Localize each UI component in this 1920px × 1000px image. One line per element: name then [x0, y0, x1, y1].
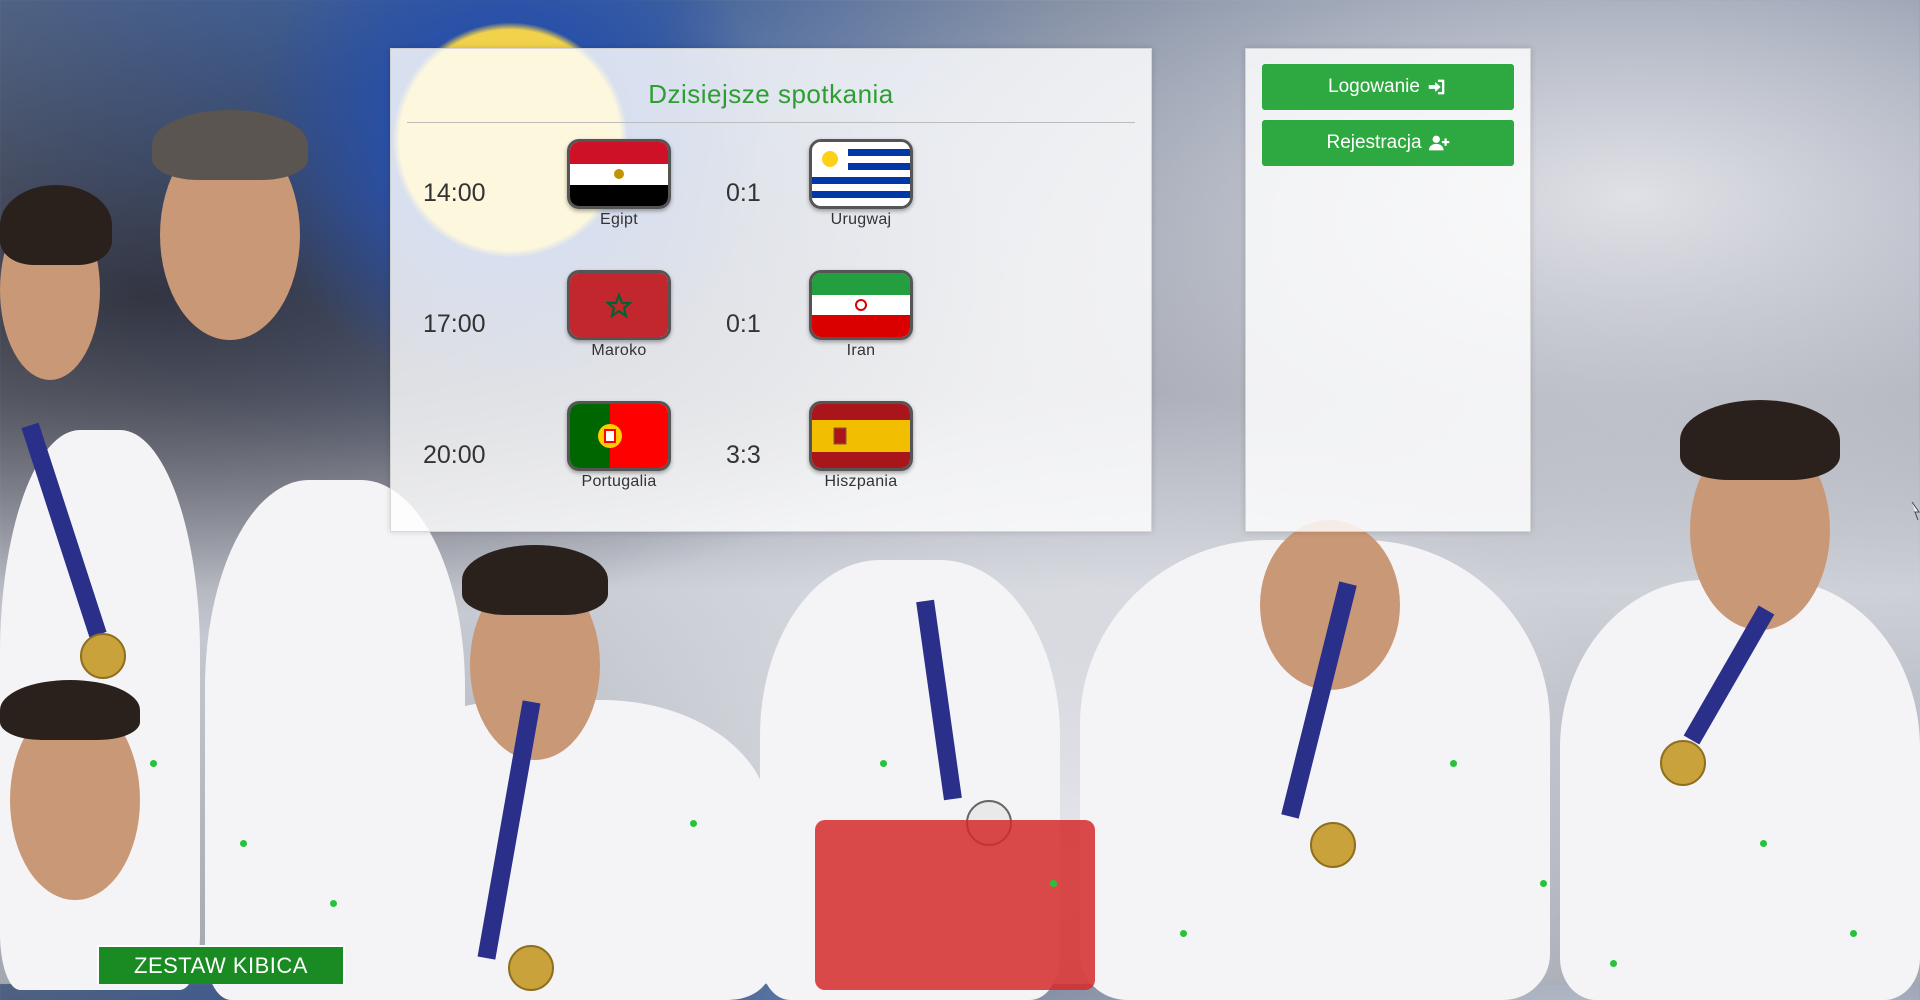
todays-matches-panel: Dzisiejsze spotkania 14:00 Egipt 0:1 Uru… [390, 48, 1152, 532]
match-time: 14:00 [423, 179, 486, 207]
uruguay-flag-icon [809, 139, 913, 209]
matches-title: Dzisiejsze spotkania [648, 79, 894, 109]
match-score: 3:3 [726, 441, 761, 469]
match-row: 17:00 Maroko 0:1 Iran [391, 270, 1151, 380]
match-row: 14:00 Egipt 0:1 Urugwaj [391, 139, 1151, 249]
home-team-name: Maroko [591, 342, 647, 359]
match-time: 17:00 [423, 310, 486, 338]
cursor-icon [1911, 501, 1920, 521]
away-team[interactable]: Urugwaj [791, 139, 931, 229]
match-time: 20:00 [423, 441, 486, 469]
egypt-flag-icon [567, 139, 671, 209]
match-score: 0:1 [726, 179, 761, 207]
home-team-name: Egipt [600, 211, 638, 228]
away-team[interactable]: Hiszpania [791, 401, 931, 491]
spain-flag-icon [809, 401, 913, 471]
portugal-flag-icon [567, 401, 671, 471]
away-team[interactable]: Iran [791, 270, 931, 360]
login-label: Logowanie [1328, 76, 1420, 97]
home-team-name: Portugalia [581, 473, 657, 490]
register-button[interactable]: Rejestracja [1262, 120, 1514, 166]
home-team[interactable]: Egipt [549, 139, 689, 229]
supporter-kit-button[interactable]: ZESTAW KIBICA [97, 945, 345, 984]
sign-in-icon [1428, 79, 1445, 95]
user-plus-icon [1428, 135, 1449, 151]
away-team-name: Hiszpania [824, 473, 898, 490]
register-label: Rejestracja [1326, 132, 1422, 153]
login-button[interactable]: Logowanie [1262, 64, 1514, 110]
away-team-name: Iran [846, 342, 876, 359]
away-team-name: Urugwaj [830, 211, 892, 228]
title-divider [407, 122, 1135, 123]
home-team[interactable]: Portugalia [549, 401, 689, 491]
morocco-flag-icon [567, 270, 671, 340]
iran-flag-icon [809, 270, 913, 340]
home-team[interactable]: Maroko [549, 270, 689, 360]
auth-panel: Logowanie Rejestracja [1245, 48, 1531, 532]
match-row: 20:00 Portugalia 3:3 Hiszpania [391, 401, 1151, 511]
match-score: 0:1 [726, 310, 761, 338]
